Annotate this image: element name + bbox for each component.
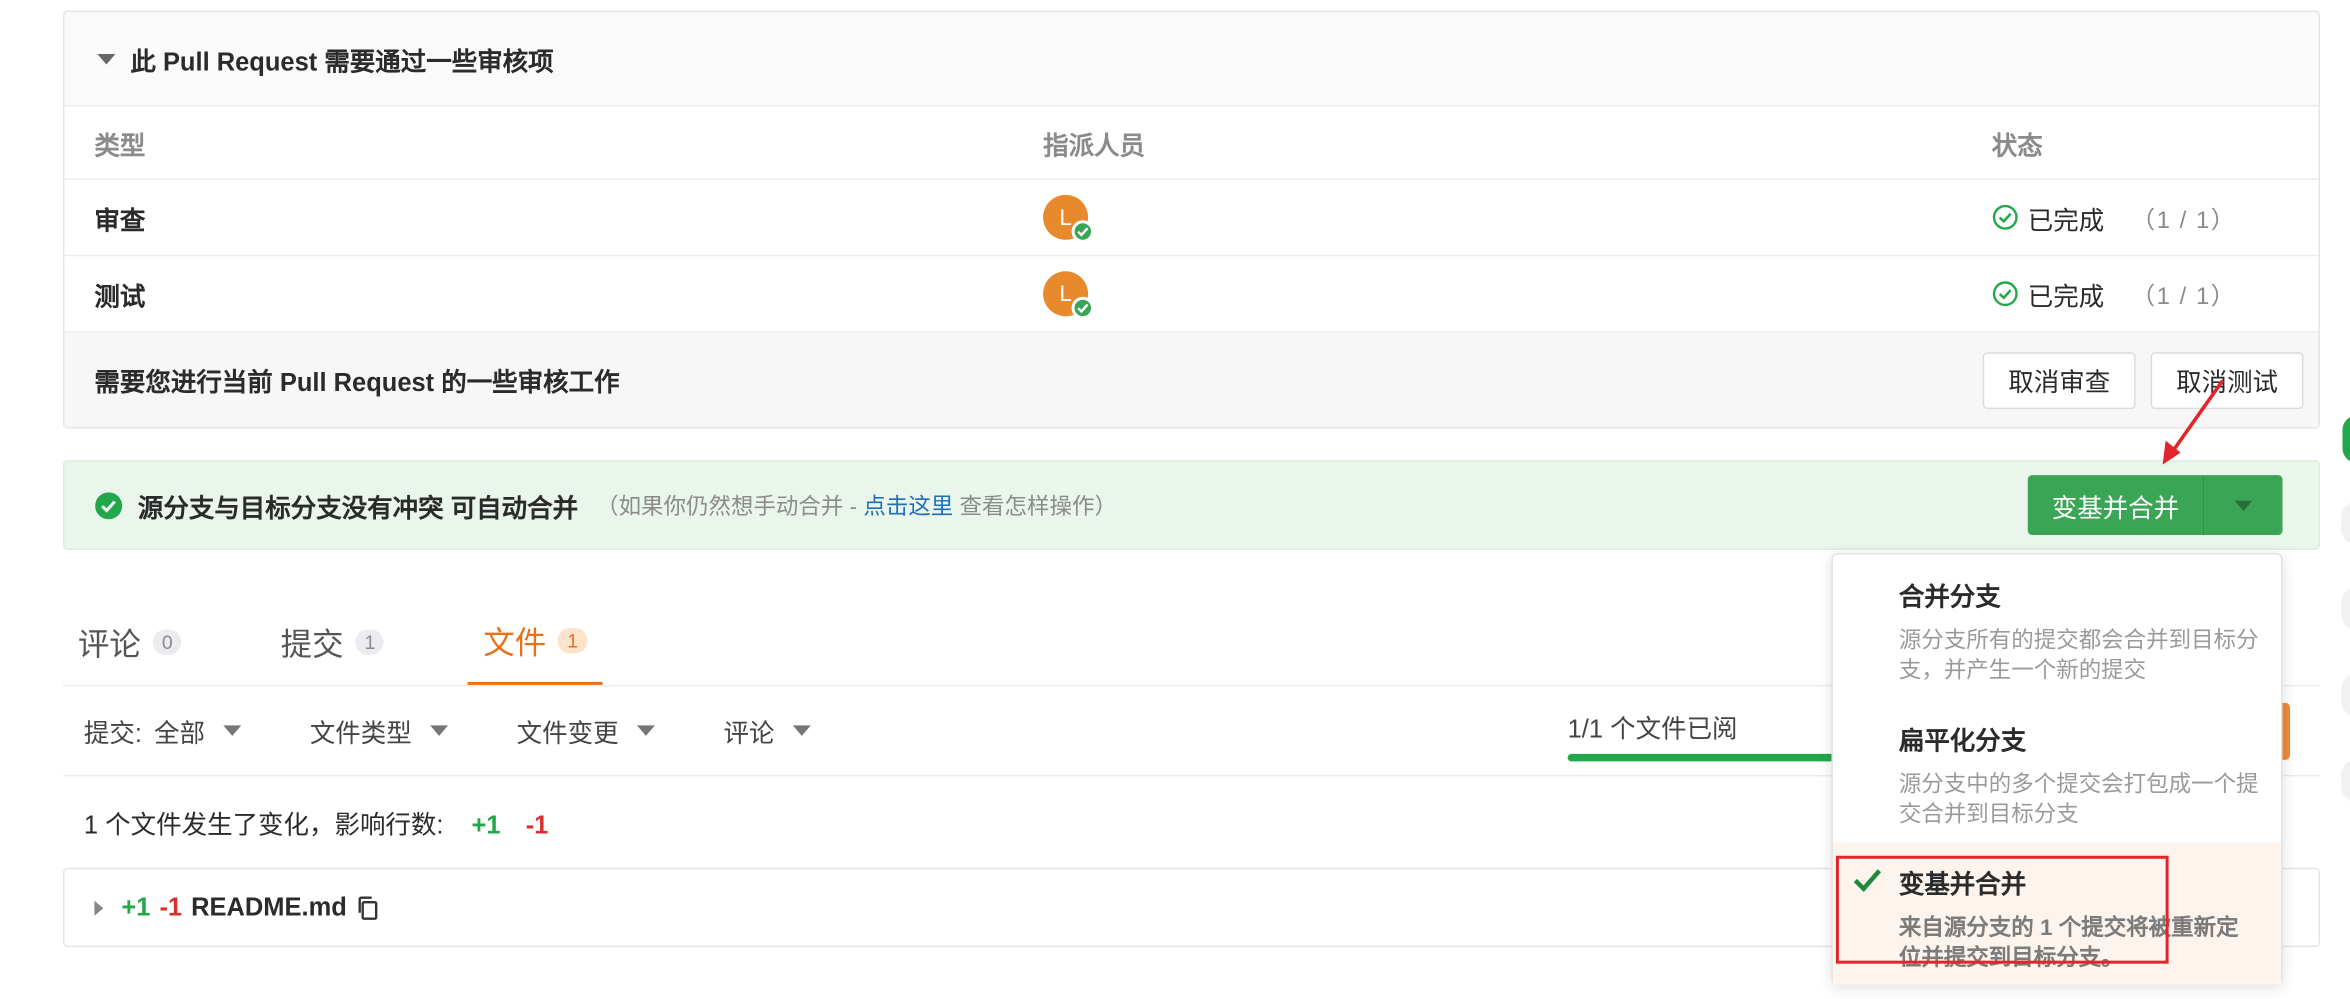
approved-badge-icon bbox=[1071, 296, 1095, 320]
change-summary-text: 1 个文件发生了变化，影响行数: bbox=[83, 810, 444, 840]
chevron-down-icon bbox=[429, 725, 448, 736]
review-header[interactable]: 此 Pull Request 需要通过一些审核项 bbox=[64, 12, 2319, 107]
review-row-test: 测试 L 已完成 （1 / 1） bbox=[64, 256, 2319, 333]
avatar[interactable]: L bbox=[1043, 271, 1095, 320]
tab-label: 提交 bbox=[280, 627, 344, 662]
review-row-label: 测试 bbox=[94, 282, 146, 311]
commit-filter-label: 提交: bbox=[83, 719, 142, 748]
copy-icon[interactable] bbox=[356, 894, 383, 921]
status-count: （1 / 1） bbox=[2131, 284, 2237, 311]
status-text: 已完成 bbox=[2027, 282, 2105, 311]
file-change-filter[interactable]: 文件变更 bbox=[517, 712, 655, 749]
assignee-cell: L bbox=[1043, 271, 1992, 320]
menu-item-squash[interactable]: 扁平化分支 源分支中的多个提交会打包成一个提交合并到目标分支 bbox=[1833, 698, 2281, 842]
tab-label: 文件 bbox=[483, 625, 547, 661]
menu-item-desc: 源分支所有的提交都会合并到目标分支，并产生一个新的提交 bbox=[1898, 627, 2259, 684]
column-status: 状态 bbox=[1991, 131, 2043, 160]
check-circle-icon bbox=[1992, 281, 2018, 307]
tab-comments[interactable]: 评论 0 bbox=[63, 599, 197, 684]
merge-status-bar: 源分支与目标分支没有冲突 可自动合并 （如果你仍然想手动合并 - 点击这里 查看… bbox=[62, 460, 2320, 551]
side-widget[interactable] bbox=[2340, 758, 2350, 804]
assignee-cell: L bbox=[1043, 194, 1992, 243]
file-type-filter-label: 文件类型 bbox=[309, 719, 412, 748]
chevron-down-icon bbox=[222, 725, 241, 736]
column-assignee: 指派人员 bbox=[1043, 131, 1146, 160]
tab-files[interactable]: 文件 1 bbox=[468, 599, 603, 685]
review-table-header: 类型 指派人员 状态 bbox=[64, 106, 2319, 180]
side-widget[interactable] bbox=[2340, 500, 2350, 546]
annotation-arrow-icon bbox=[2162, 379, 2225, 465]
merge-hint-prefix: （如果你仍然想手动合并 - bbox=[596, 493, 864, 520]
expand-caret-icon[interactable] bbox=[94, 899, 104, 915]
manual-merge-link[interactable]: 点击这里 bbox=[863, 494, 953, 519]
tab-label: 评论 bbox=[77, 627, 141, 662]
approved-badge-icon bbox=[1071, 220, 1095, 243]
comment-filter-label: 评论 bbox=[723, 719, 775, 748]
tab-count-badge: 1 bbox=[355, 629, 385, 655]
file-name: README.md bbox=[191, 892, 347, 921]
deletions-count: -1 bbox=[525, 810, 549, 840]
side-widget[interactable] bbox=[2340, 585, 2350, 631]
check-circle-filled-icon bbox=[95, 491, 123, 519]
review-table: 类型 指派人员 状态 审查 L 已完成 （1 / 1） 测试 L 已完成 （1 … bbox=[64, 106, 2319, 333]
tab-count-badge: 0 bbox=[152, 629, 182, 655]
additions-count: +1 bbox=[471, 810, 501, 840]
commit-filter-value: 全部 bbox=[153, 719, 205, 748]
file-change-filter-label: 文件变更 bbox=[516, 719, 619, 748]
menu-item-title: 扁平化分支 bbox=[1898, 726, 2027, 756]
tab-count-badge: 1 bbox=[558, 627, 588, 654]
status-cell: 已完成 （1 / 1） bbox=[1992, 275, 2319, 312]
merge-hint-suffix: 查看怎样操作） bbox=[953, 493, 1117, 520]
tab-commits[interactable]: 提交 1 bbox=[266, 599, 400, 684]
review-panel: 此 Pull Request 需要通过一些审核项 类型 指派人员 状态 审查 L bbox=[62, 10, 2320, 429]
rebase-merge-button[interactable]: 变基并合并 bbox=[2027, 475, 2205, 536]
status-count: （1 / 1） bbox=[2131, 208, 2237, 234]
commit-filter[interactable]: 提交: 全部 bbox=[84, 712, 241, 749]
review-footer: 需要您进行当前 Pull Request 的一些审核工作 取消审查 取消测试 bbox=[64, 332, 2319, 428]
menu-item-title: 合并分支 bbox=[1898, 582, 2001, 612]
review-header-title: 此 Pull Request 需要通过一些审核项 bbox=[130, 47, 554, 76]
comment-filter[interactable]: 评论 bbox=[723, 712, 811, 749]
cancel-review-button[interactable]: 取消审查 bbox=[1982, 351, 2136, 409]
column-type: 类型 bbox=[94, 131, 146, 160]
review-row-review: 审查 L 已完成 （1 / 1） bbox=[64, 180, 2319, 257]
chevron-down-icon bbox=[2234, 499, 2253, 511]
file-additions: +1 bbox=[121, 892, 151, 921]
chevron-down-icon bbox=[636, 725, 655, 736]
menu-item-merge[interactable]: 合并分支 源分支所有的提交都会合并到目标分支，并产生一个新的提交 bbox=[1833, 555, 2281, 699]
merge-message: 源分支与目标分支没有冲突 可自动合并 bbox=[137, 493, 579, 523]
merge-hint: （如果你仍然想手动合并 - 点击这里 查看怎样操作） bbox=[596, 489, 1117, 520]
annotation-highlight-box bbox=[1835, 855, 2169, 964]
file-deletions: -1 bbox=[159, 892, 183, 921]
side-widget[interactable] bbox=[2340, 672, 2350, 718]
review-row-label: 审查 bbox=[94, 206, 146, 235]
change-summary: 1 个文件发生了变化，影响行数: +1 -1 bbox=[84, 803, 548, 840]
chevron-down-icon bbox=[792, 725, 811, 736]
avatar[interactable]: L bbox=[1043, 194, 1095, 243]
side-widget-green[interactable] bbox=[2342, 415, 2350, 464]
status-text: 已完成 bbox=[2027, 206, 2105, 235]
status-cell: 已完成 （1 / 1） bbox=[1992, 199, 2319, 236]
collapse-caret-icon[interactable] bbox=[97, 53, 116, 64]
stage: 此 Pull Request 需要通过一些审核项 类型 指派人员 状态 审查 L bbox=[0, 0, 2350, 999]
file-type-filter[interactable]: 文件类型 bbox=[310, 712, 448, 749]
merge-button-group: 变基并合并 bbox=[2027, 475, 2283, 536]
review-footer-message: 需要您进行当前 Pull Request 的一些审核工作 bbox=[94, 368, 620, 398]
merge-options-dropdown-toggle[interactable] bbox=[2204, 475, 2283, 536]
avatar-initial: L bbox=[1059, 281, 1072, 307]
avatar-initial: L bbox=[1059, 204, 1072, 231]
menu-item-desc: 源分支中的多个提交会打包成一个提交合并到目标分支 bbox=[1898, 771, 2259, 828]
check-circle-icon bbox=[1992, 204, 2018, 230]
